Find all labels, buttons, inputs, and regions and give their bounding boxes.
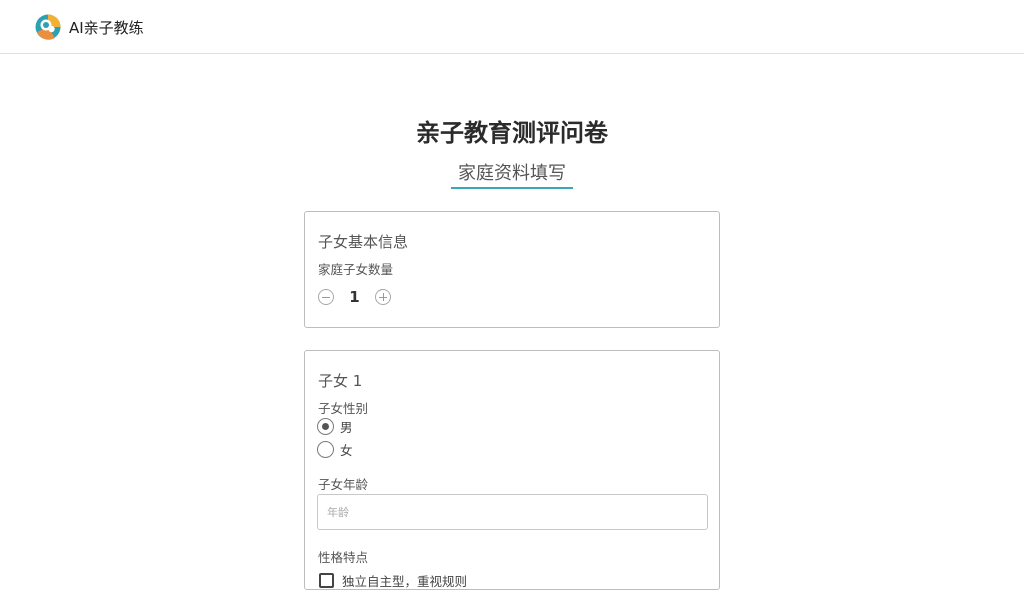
children-count-label: 家庭子女数量 [318, 262, 394, 277]
child-1-card: 子女 1 子女性别 男 女 子女年龄 性格特点 独立自主型，重视规则 [304, 350, 720, 590]
personality-option[interactable]: 独立自主型，重视规则 [319, 571, 467, 590]
age-label: 子女年龄 [318, 477, 369, 492]
radio-checked-icon[interactable] [317, 418, 334, 435]
top-bar: AI亲子教练 [0, 0, 1024, 54]
section-title: 家庭资料填写 [451, 159, 573, 189]
gender-option-male[interactable]: 男 [317, 417, 353, 436]
page-title: 亲子教育测评问卷 [416, 119, 608, 147]
basic-info-card: 子女基本信息 家庭子女数量 1 [304, 211, 720, 328]
children-count-stepper: 1 [318, 288, 391, 306]
brand[interactable]: AI亲子教练 [35, 13, 144, 41]
basic-info-title: 子女基本信息 [318, 233, 409, 251]
age-input[interactable] [317, 494, 708, 530]
personality-label: 性格特点 [318, 550, 369, 565]
gender-option-female[interactable]: 女 [317, 440, 353, 459]
checkbox-icon[interactable] [319, 573, 334, 588]
app-name: AI亲子教练 [69, 18, 144, 37]
plus-circle-icon[interactable] [375, 289, 391, 305]
minus-circle-icon[interactable] [318, 289, 334, 305]
radio-unchecked-icon[interactable] [317, 441, 334, 458]
gender-label: 子女性别 [318, 401, 369, 416]
children-count-value: 1 [349, 288, 360, 306]
gender-option-label: 男 [340, 420, 353, 435]
child-title: 子女 1 [318, 372, 363, 390]
personality-option-label: 独立自主型，重视规则 [342, 574, 468, 589]
parent-child-logo-icon [35, 14, 61, 40]
gender-option-label: 女 [340, 443, 353, 458]
